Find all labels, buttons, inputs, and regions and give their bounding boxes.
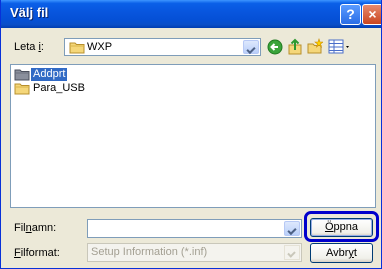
chevron-down-icon[interactable]: [243, 40, 259, 54]
folder-icon: [14, 83, 30, 95]
look-in-dropdown[interactable]: WXP: [64, 38, 261, 56]
look-in-label: Leta i:: [14, 41, 44, 53]
chevron-down-icon: [284, 245, 300, 260]
file-name-label: Filnamn:: [14, 222, 57, 234]
open-button[interactable]: Öppna: [310, 218, 373, 237]
view-menu-icon[interactable]: [328, 39, 352, 55]
up-folder-icon[interactable]: [287, 38, 303, 55]
file-open-dialog: Välj fil ? × Leta i: WXP Addprt Para_USB…: [0, 0, 382, 269]
folder-icon: [69, 42, 85, 54]
folder-icon: [14, 69, 30, 81]
help-button[interactable]: ?: [340, 4, 361, 25]
file-list[interactable]: Addprt Para_USB: [10, 64, 376, 208]
title-bar[interactable]: Välj fil ? ×: [1, 0, 381, 28]
file-name-input[interactable]: [87, 219, 302, 238]
list-item-label: Addprt: [31, 68, 68, 81]
new-folder-icon[interactable]: [307, 38, 323, 55]
back-arrow-icon[interactable]: [267, 39, 283, 55]
file-type-dropdown[interactable]: Setup Information (*.inf): [87, 243, 302, 262]
chevron-down-icon[interactable]: [284, 221, 300, 236]
close-button[interactable]: ×: [362, 4, 381, 25]
window-title: Välj fil: [10, 5, 49, 20]
cancel-button[interactable]: Avbryt: [310, 243, 373, 263]
file-type-label: Filformat:: [14, 247, 60, 259]
look-in-value: WXP: [87, 41, 113, 53]
list-item-label: Para_USB: [33, 82, 85, 94]
